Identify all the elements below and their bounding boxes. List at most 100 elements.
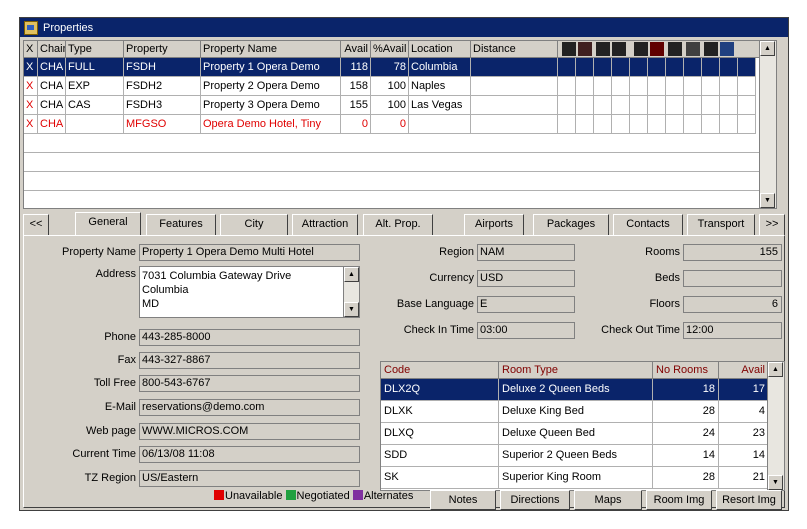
property-name-field[interactable]: Property 1 Opera Demo Multi Hotel	[139, 244, 360, 261]
amenity-cell[interactable]	[702, 58, 720, 77]
current-time-field[interactable]: 06/13/08 11:08	[139, 446, 360, 463]
beds-field[interactable]	[683, 270, 782, 287]
cell-room-type[interactable]: Deluxe 2 Queen Beds	[499, 379, 653, 401]
cell-no-rooms[interactable]: 24	[653, 423, 719, 445]
cell-location[interactable]	[409, 115, 471, 134]
amenity-cell[interactable]	[720, 96, 738, 115]
col-header-pct-avail[interactable]: %Avail	[371, 41, 409, 58]
scroll-up-icon[interactable]: ▲	[760, 41, 775, 56]
check-out-time-field[interactable]: 12:00	[683, 322, 782, 339]
col-header-chain[interactable]: Chain	[38, 41, 66, 58]
amenity-cell[interactable]	[720, 115, 738, 134]
email-field[interactable]: reservations@demo.com	[139, 399, 360, 416]
tab-alt-prop[interactable]: Alt. Prop.	[363, 214, 433, 235]
col-header-avail[interactable]: Avail	[719, 362, 769, 379]
amenity-cell[interactable]	[558, 96, 576, 115]
scroll-up-icon[interactable]: ▲	[768, 362, 783, 377]
cell-distance[interactable]	[471, 96, 558, 115]
cell-avail[interactable]: 0	[341, 115, 371, 134]
col-header-type[interactable]: Type	[66, 41, 124, 58]
scroll-up-icon[interactable]: ▲	[344, 267, 359, 282]
amenity-cell[interactable]	[720, 58, 738, 77]
tz-region-field[interactable]: US/Eastern	[139, 470, 360, 487]
cell-pct-avail[interactable]: 100	[371, 96, 409, 115]
cell-chain[interactable]: CHA	[38, 115, 66, 134]
tab-contacts[interactable]: Contacts	[613, 214, 683, 235]
amenity-cell[interactable]	[720, 77, 738, 96]
col-header-avail[interactable]: Avail	[341, 41, 371, 58]
cell-avail[interactable]: 23	[719, 423, 769, 445]
fax-field[interactable]: 443-327-8867	[139, 352, 360, 369]
amenity-cell[interactable]	[738, 58, 756, 77]
cell-x[interactable]: X	[24, 77, 38, 96]
cell-no-rooms[interactable]: 28	[653, 401, 719, 423]
cell-code[interactable]: SK	[381, 467, 499, 489]
amenity-cell[interactable]	[738, 115, 756, 134]
cell-room-type[interactable]: Superior 2 Queen Beds	[499, 445, 653, 467]
room-types-scrollbar[interactable]: ▲ ▼	[767, 362, 784, 490]
cell-avail[interactable]: 118	[341, 58, 371, 77]
col-header-code[interactable]: Code	[381, 362, 499, 379]
cell-distance[interactable]	[471, 115, 558, 134]
cell-property-name[interactable]: Property 1 Opera Demo	[201, 58, 341, 77]
cell-avail[interactable]: 158	[341, 77, 371, 96]
cell-room-type[interactable]: Superior King Room	[499, 467, 653, 489]
cell-location[interactable]: Las Vegas	[409, 96, 471, 115]
cell-type[interactable]	[66, 115, 124, 134]
amenity-cell[interactable]	[612, 58, 630, 77]
amenity-cell[interactable]	[576, 115, 594, 134]
cell-distance[interactable]	[471, 77, 558, 96]
tab-attraction[interactable]: Attraction	[292, 214, 358, 235]
scroll-down-icon[interactable]: ▼	[760, 193, 775, 208]
phone-field[interactable]: 443-285-8000	[139, 329, 360, 346]
cell-property-name[interactable]: Property 3 Opera Demo	[201, 96, 341, 115]
cell-no-rooms[interactable]: 14	[653, 445, 719, 467]
amenity-cell[interactable]	[594, 115, 612, 134]
amenity-cell[interactable]	[576, 58, 594, 77]
amenity-cell[interactable]	[576, 96, 594, 115]
cell-pct-avail[interactable]: 0	[371, 115, 409, 134]
tab-transport[interactable]: Transport	[687, 214, 755, 235]
amenity-cell[interactable]	[558, 58, 576, 77]
cell-room-type[interactable]: Deluxe King Bed	[499, 401, 653, 423]
cell-property-name[interactable]: Property 2 Opera Demo	[201, 77, 341, 96]
cell-type[interactable]: FULL	[66, 58, 124, 77]
amenity-cell[interactable]	[558, 115, 576, 134]
region-field[interactable]: NAM	[477, 244, 575, 261]
floors-field[interactable]: 6	[683, 296, 782, 313]
tab-airports[interactable]: Airports	[464, 214, 524, 235]
cell-property[interactable]: MFGSO	[124, 115, 201, 134]
amenity-cell[interactable]	[648, 77, 666, 96]
col-header-room-type[interactable]: Room Type	[499, 362, 653, 379]
amenity-cell[interactable]	[594, 58, 612, 77]
cell-code[interactable]: DLXQ	[381, 423, 499, 445]
amenity-cell[interactable]	[630, 96, 648, 115]
cell-location[interactable]: Naples	[409, 77, 471, 96]
directions-button[interactable]: Directions	[500, 490, 570, 510]
amenity-cell[interactable]	[612, 77, 630, 96]
cell-property[interactable]: FSDH	[124, 58, 201, 77]
amenity-cell[interactable]	[666, 77, 684, 96]
web-page-field[interactable]: WWW.MICROS.COM	[139, 423, 360, 440]
base-language-field[interactable]: E	[477, 296, 575, 313]
cell-chain[interactable]: CHA	[38, 96, 66, 115]
amenity-cell[interactable]	[684, 58, 702, 77]
cell-code[interactable]: DLXK	[381, 401, 499, 423]
scroll-down-icon[interactable]: ▼	[344, 302, 359, 317]
tab-prev-button[interactable]: <<	[23, 214, 49, 235]
cell-room-type[interactable]: Deluxe Queen Bed	[499, 423, 653, 445]
amenity-cell[interactable]	[576, 77, 594, 96]
scroll-down-icon[interactable]: ▼	[768, 475, 783, 490]
tab-features[interactable]: Features	[146, 214, 216, 235]
amenity-cell[interactable]	[702, 115, 720, 134]
amenity-cell[interactable]	[630, 58, 648, 77]
amenity-cell[interactable]	[684, 77, 702, 96]
cell-chain[interactable]: CHA	[38, 58, 66, 77]
col-header-no-rooms[interactable]: No Rooms	[653, 362, 719, 379]
check-in-time-field[interactable]: 03:00	[477, 322, 575, 339]
col-header-distance[interactable]: Distance	[471, 41, 558, 58]
col-header-x[interactable]: X	[24, 41, 38, 58]
cell-avail[interactable]: 14	[719, 445, 769, 467]
resort-img-button[interactable]: Resort Img	[716, 490, 782, 510]
amenity-cell[interactable]	[738, 77, 756, 96]
